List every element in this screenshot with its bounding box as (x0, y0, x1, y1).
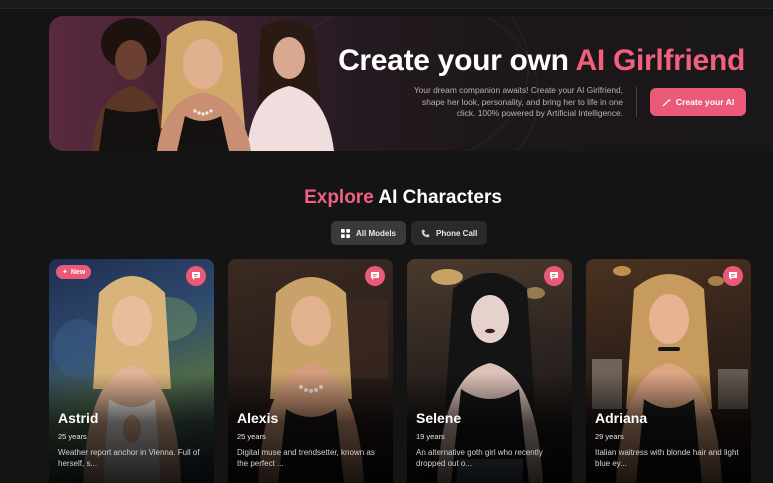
create-ai-button[interactable]: Create your AI (650, 88, 746, 116)
character-name: Alexis (237, 410, 279, 426)
character-card-astrid[interactable]: ✦ New Astrid 25 years Weather report anch… (49, 259, 214, 483)
hero-title-accent: AI Girlfriend (575, 44, 746, 77)
filter-phone-call-label: Phone Call (436, 228, 478, 238)
filter-all-models[interactable]: All Models (331, 221, 407, 245)
chat-bubble-icon (729, 272, 737, 280)
magic-wand-icon (662, 97, 671, 107)
character-card-selene[interactable]: Selene 19 years An alternative goth girl… (407, 259, 572, 483)
character-grid: ✦ New Astrid 25 years Weather report anch… (49, 259, 751, 483)
create-ai-label: Create your AI (675, 97, 735, 107)
section-title: Explore AI Characters (0, 187, 773, 209)
character-description: Weather report anchor in Vienna. Full of… (58, 448, 200, 468)
character-name: Astrid (58, 410, 99, 426)
new-badge-label: New (70, 268, 86, 276)
chat-bubble-icon (550, 272, 558, 280)
hero-banner: Create your own AI Girlfriend Your dream… (49, 16, 773, 151)
chat-button[interactable] (544, 266, 564, 286)
phone-icon (421, 229, 430, 237)
sparkle-icon: ✦ (62, 269, 68, 276)
chat-bubble-icon (192, 272, 200, 280)
new-badge: ✦ New (56, 265, 92, 279)
chat-button[interactable] (723, 266, 743, 286)
hero-title-prefix: Create your own (338, 44, 576, 77)
filter-tabs: All Models Phone Call (331, 221, 488, 245)
character-name: Adriana (595, 410, 648, 426)
character-age: 25 years (237, 432, 266, 441)
chat-button[interactable] (365, 266, 385, 286)
character-name: Selene (416, 410, 462, 426)
section-title-rest: AI Characters (373, 187, 502, 208)
character-card-adriana[interactable]: Adriana 29 years Italian waitress with b… (586, 259, 751, 483)
character-description: An alternative goth girl who recently dr… (416, 448, 543, 468)
chat-button[interactable] (186, 266, 206, 286)
character-description: Digital muse and trendsetter, known as t… (237, 448, 375, 468)
filter-all-models-label: All Models (356, 228, 397, 238)
hero-description: Your dream companion awaits! Create your… (413, 85, 623, 118)
hero-title: Create your own AI Girlfriend (338, 44, 745, 78)
character-card-alexis[interactable]: Alexis 25 years Digital muse and trendse… (228, 259, 393, 483)
grid-icon (341, 228, 350, 238)
top-bar (0, 0, 773, 9)
character-description: Italian waitress with blonde hair and li… (595, 448, 739, 468)
character-age: 19 years (416, 432, 445, 441)
section-title-accent: Explore (304, 187, 374, 208)
chat-bubble-icon (371, 272, 379, 280)
character-age: 25 years (58, 432, 87, 441)
filter-phone-call[interactable]: Phone Call (411, 221, 488, 245)
character-age: 29 years (595, 432, 624, 441)
hero-models-image (91, 18, 334, 151)
hero-divider (636, 87, 637, 117)
